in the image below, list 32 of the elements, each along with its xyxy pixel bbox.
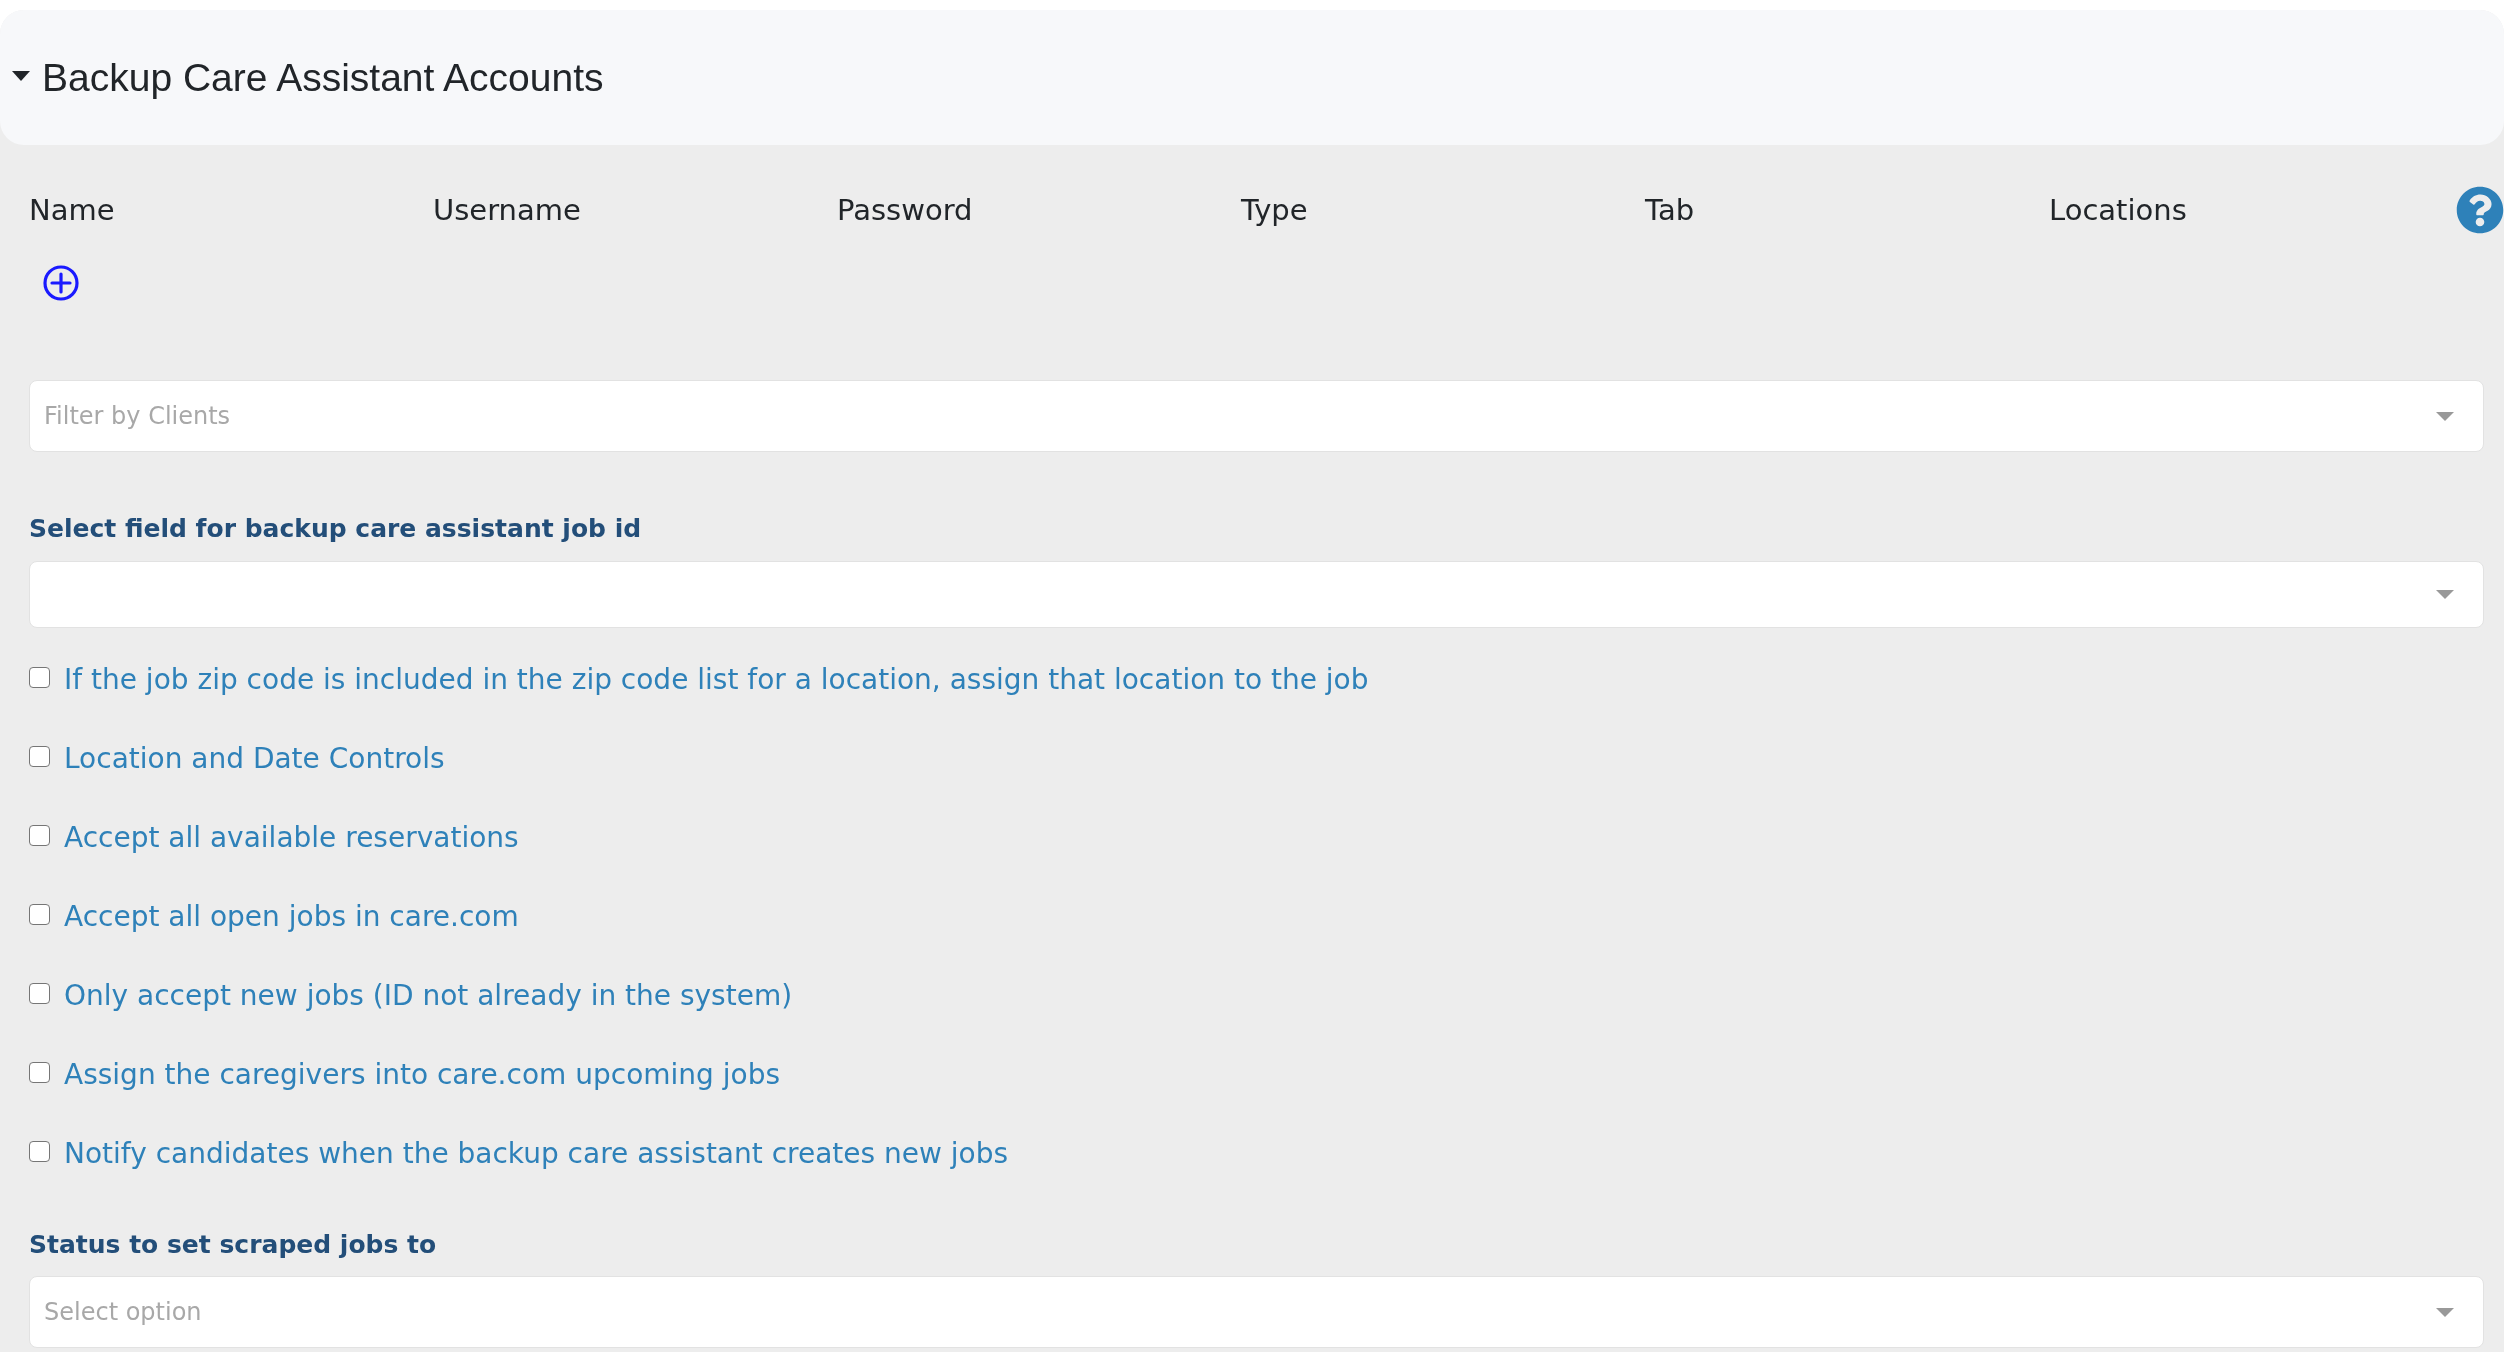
checkbox[interactable] bbox=[29, 904, 50, 925]
checkbox[interactable] bbox=[29, 1062, 50, 1083]
checkbox-label[interactable]: Assign the caregivers into care.com upcoming jobs bbox=[64, 1056, 780, 1093]
checkbox-label[interactable]: Location and Date Controls bbox=[64, 740, 445, 777]
checkbox[interactable] bbox=[29, 1141, 50, 1162]
column-header: Locations bbox=[2049, 192, 2187, 228]
checkbox-label[interactable]: If the job zip code is included in the zip code list for a location, assign that location to the job bbox=[64, 661, 1369, 698]
section-title: Backup Care Assistant Accounts bbox=[42, 55, 604, 100]
checkbox[interactable] bbox=[29, 746, 50, 767]
column-header: Username bbox=[433, 192, 581, 228]
caret-icon[interactable] bbox=[12, 70, 30, 81]
checkbox[interactable] bbox=[29, 667, 50, 688]
caret-icon bbox=[2436, 590, 2454, 599]
checkbox-label[interactable]: Accept all available reservations bbox=[64, 819, 519, 856]
column-header: Name bbox=[29, 192, 115, 228]
column-header: Type bbox=[1241, 192, 1308, 228]
caret-icon bbox=[2436, 411, 2454, 421]
column-header: Password bbox=[837, 192, 973, 228]
checkbox[interactable] bbox=[29, 825, 50, 846]
checkbox-label[interactable]: Notify candidates when the backup care assistant creates new jobs bbox=[64, 1135, 1009, 1172]
column-header: Tab bbox=[1645, 192, 1695, 228]
caret-icon bbox=[2436, 1307, 2454, 1317]
checkbox-label[interactable]: Accept all open jobs in care.com bbox=[64, 898, 519, 935]
status-select[interactable]: Select option bbox=[29, 1276, 2484, 1348]
field-label: Status to set scraped jobs to bbox=[29, 1229, 437, 1261]
client-filter-select[interactable]: Filter by Clients bbox=[29, 380, 2484, 452]
add-icon[interactable] bbox=[43, 265, 79, 301]
checkbox[interactable] bbox=[29, 983, 50, 1004]
help-icon[interactable] bbox=[2456, 186, 2504, 234]
checkbox-label[interactable]: Only accept new jobs (ID not already in the system) bbox=[64, 977, 793, 1014]
section-header[interactable]: Backup Care Assistant Accounts bbox=[0, 10, 2504, 145]
field-label: Select field for backup care assistant job id bbox=[29, 513, 642, 545]
